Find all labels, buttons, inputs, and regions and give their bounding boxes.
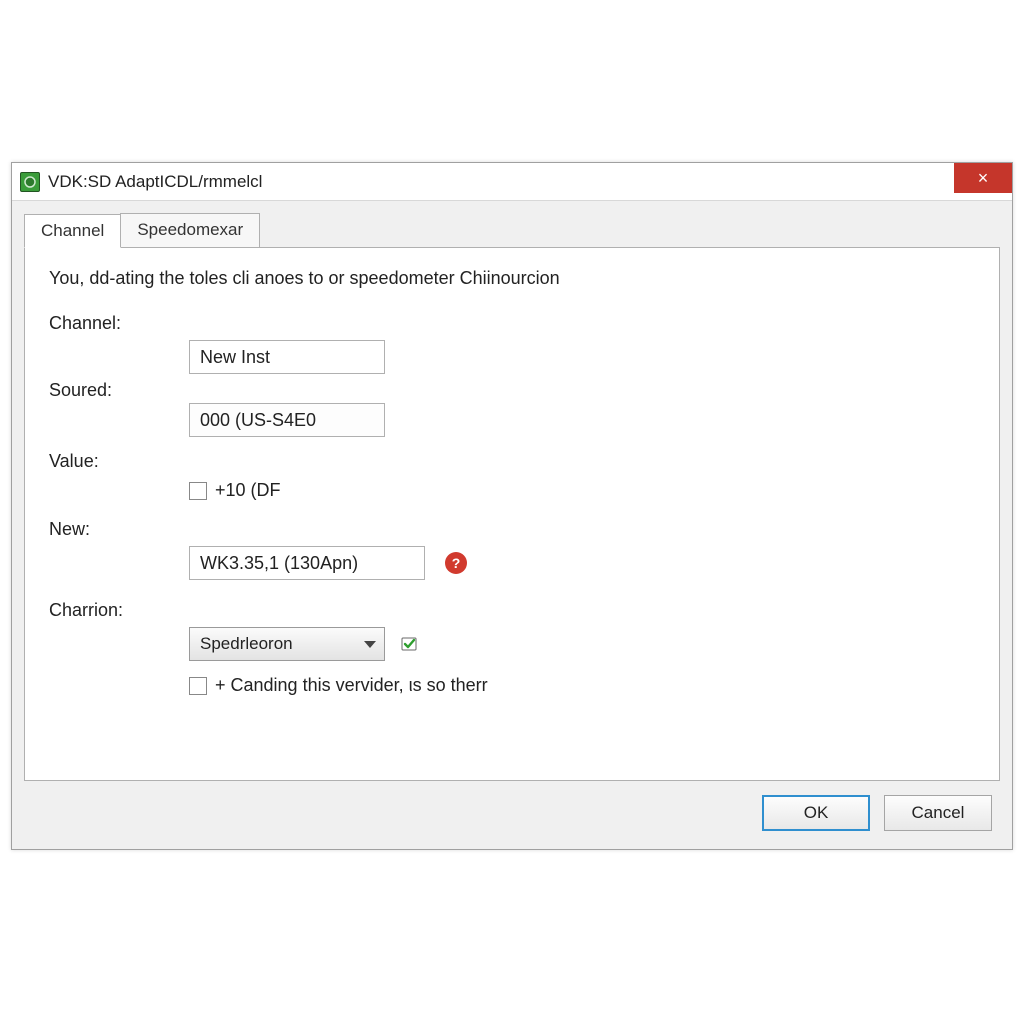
- row-soured: Soured:: [49, 380, 975, 401]
- charrion-label: Charrion:: [49, 600, 189, 621]
- tab-channel[interactable]: Channel: [24, 214, 121, 248]
- ok-label: OK: [804, 803, 829, 823]
- help-glyph: ?: [452, 555, 461, 571]
- value-label: Value:: [49, 451, 189, 472]
- channel-input[interactable]: [189, 340, 385, 374]
- soured-label: Soured:: [49, 380, 189, 401]
- value-checkbox-row: +10 (DF: [189, 480, 975, 501]
- canding-checkbox[interactable]: [189, 677, 207, 695]
- help-icon[interactable]: ?: [445, 552, 467, 574]
- row-soured-input: [49, 403, 975, 437]
- ok-button[interactable]: OK: [762, 795, 870, 831]
- tab-pane-channel: You, dd-ating the toles cli anoes to or …: [24, 247, 1000, 781]
- close-button[interactable]: ×: [954, 163, 1012, 193]
- canding-checkbox-label: + Canding this vervider, ιs so therr: [215, 675, 488, 696]
- close-icon: ×: [978, 168, 989, 189]
- charrion-selected: Spedrleoron: [200, 634, 293, 654]
- apply-icon[interactable]: [399, 633, 421, 655]
- intro-text: You, dd-ating the toles cli anoes to or …: [49, 268, 975, 289]
- cancel-button[interactable]: Cancel: [884, 795, 992, 831]
- titlebar[interactable]: VDK:SD AdaptICDL/rmmelcl ×: [12, 163, 1012, 201]
- dialog-button-row: OK Cancel: [762, 795, 992, 831]
- charrion-dropdown[interactable]: Spedrleoron: [189, 627, 385, 661]
- tab-speedometer[interactable]: Speedomexar: [120, 213, 260, 247]
- cancel-label: Cancel: [912, 803, 965, 823]
- app-icon: [20, 172, 40, 192]
- tab-strip: Channel Speedomexar: [24, 213, 259, 247]
- row-channel-input: [49, 340, 975, 374]
- row-charrion-input: Spedrleoron: [49, 627, 975, 661]
- value-checkbox-label: +10 (DF: [215, 480, 281, 501]
- dialog-window: VDK:SD AdaptICDL/rmmelcl × Channel Speed…: [11, 162, 1013, 850]
- soured-input[interactable]: [189, 403, 385, 437]
- row-charrion: Charrion:: [49, 600, 975, 621]
- row-channel: Channel:: [49, 313, 975, 334]
- channel-label: Channel:: [49, 313, 189, 334]
- chevron-down-icon: [364, 641, 376, 648]
- tab-label: Speedomexar: [137, 220, 243, 239]
- value-checkbox[interactable]: [189, 482, 207, 500]
- canding-checkbox-row: + Canding this vervider, ιs so therr: [189, 675, 975, 696]
- row-value: Value:: [49, 451, 975, 472]
- row-new-input: ?: [49, 546, 975, 580]
- row-new: New:: [49, 519, 975, 540]
- new-label: New:: [49, 519, 189, 540]
- window-title: VDK:SD AdaptICDL/rmmelcl: [48, 172, 262, 192]
- new-input[interactable]: [189, 546, 425, 580]
- client-area: Channel Speedomexar You, dd-ating the to…: [12, 201, 1012, 849]
- tab-label: Channel: [41, 221, 104, 240]
